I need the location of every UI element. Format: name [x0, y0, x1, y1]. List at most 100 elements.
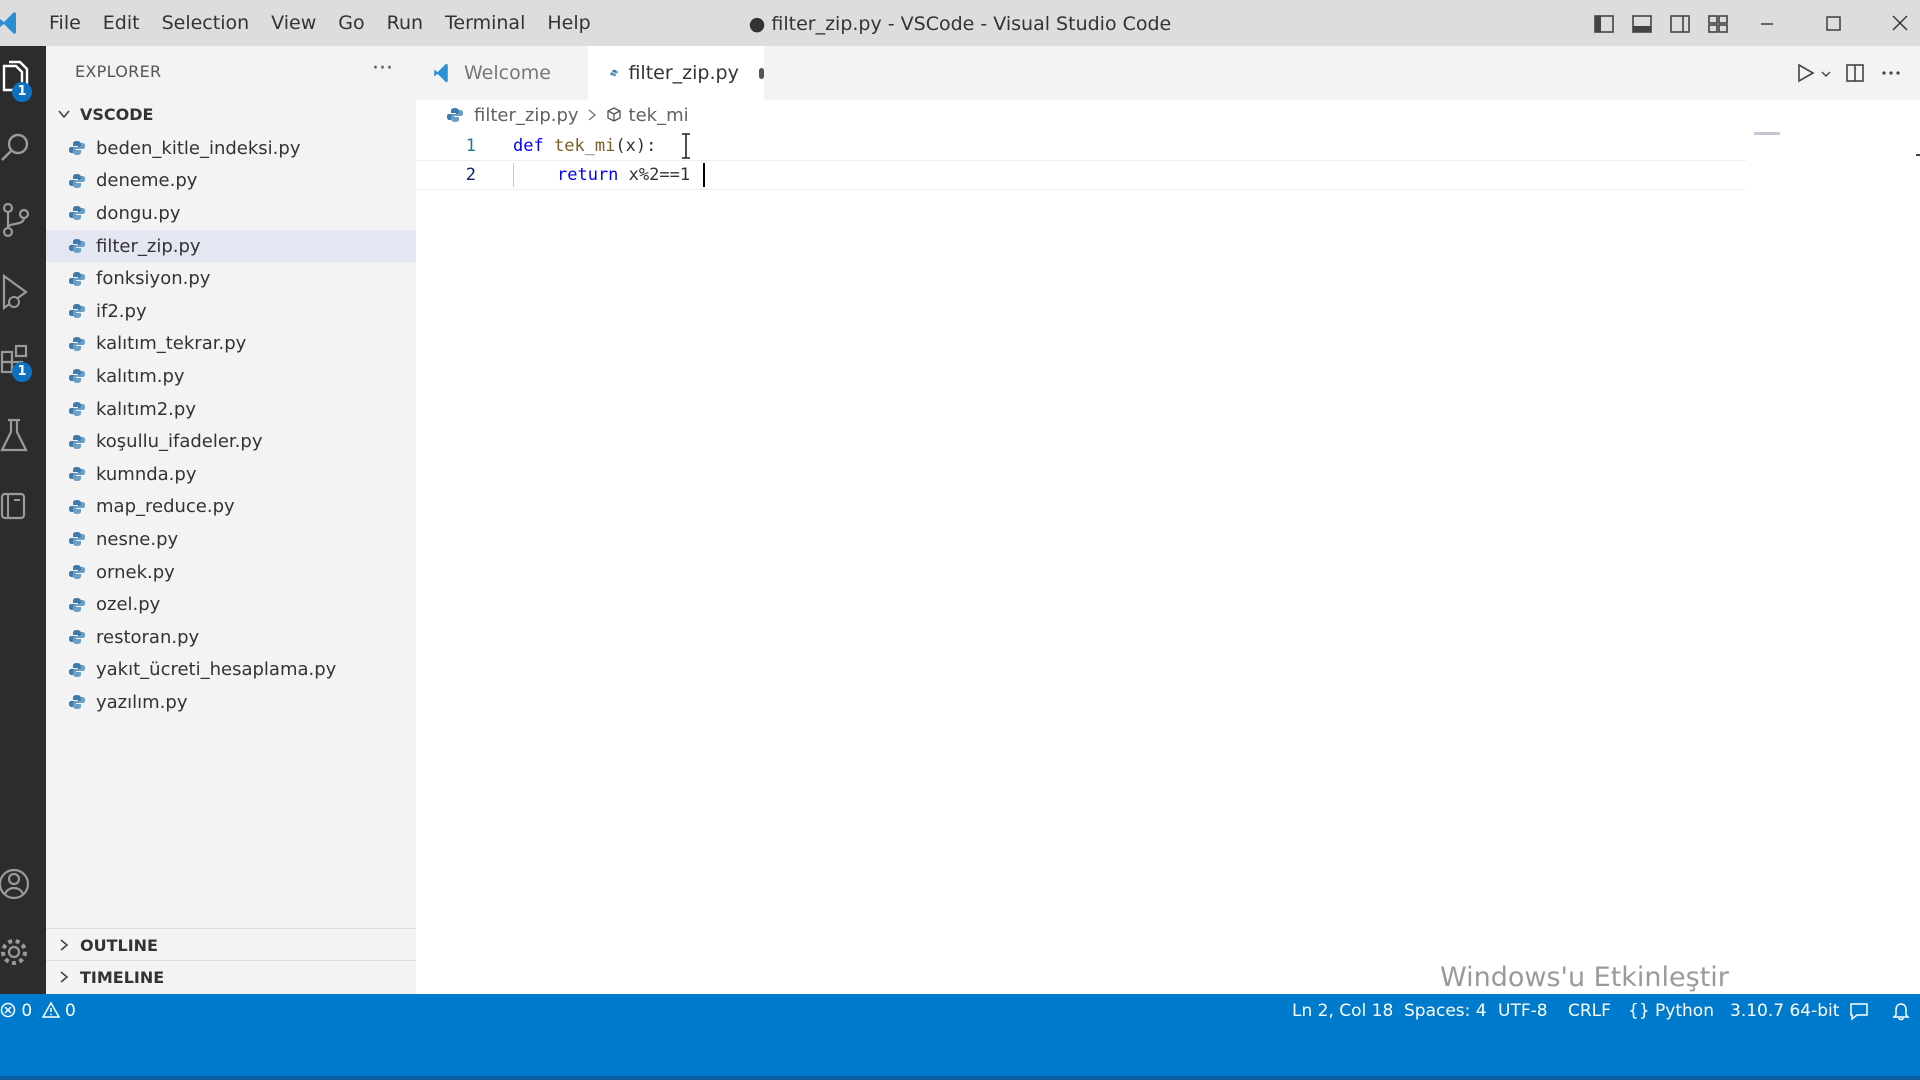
file-name: kumnda.py — [96, 463, 197, 485]
run-dropdown-chevron-icon[interactable] — [1820, 68, 1832, 80]
more-actions-icon[interactable] — [1880, 62, 1902, 84]
indentation-setting[interactable]: Spaces: 4 — [1404, 994, 1487, 1028]
title-bar: File Edit Selection View Go Run Terminal… — [0, 0, 1920, 46]
menu-file[interactable]: File — [38, 0, 92, 46]
extensions-badge: 1 — [12, 362, 32, 382]
remote-explorer-icon[interactable] — [0, 486, 34, 526]
file-item[interactable]: ornek.py — [46, 556, 416, 589]
close-icon[interactable] — [1885, 8, 1915, 38]
menu-edit[interactable]: Edit — [92, 0, 151, 46]
explorer-icon[interactable]: 1 — [0, 60, 34, 102]
python-file-icon — [69, 271, 85, 286]
tab-label: Welcome — [464, 62, 551, 84]
text-cursor — [703, 163, 705, 187]
python-file-icon — [69, 369, 85, 384]
maximize-icon[interactable] — [1818, 8, 1848, 38]
run-debug-icon[interactable] — [0, 272, 34, 312]
menu-terminal[interactable]: Terminal — [434, 0, 536, 46]
file-item[interactable]: nesne.py — [46, 523, 416, 556]
line-ending[interactable]: CRLF — [1568, 994, 1611, 1028]
toggle-secondary-sidebar-icon[interactable] — [1668, 12, 1692, 36]
problems-indicator[interactable]: 0 0 — [0, 994, 76, 1028]
vscode-logo-icon[interactable] — [0, 10, 16, 36]
file-item[interactable]: kumnda.py — [46, 458, 416, 491]
chevron-right-icon — [60, 939, 69, 951]
code-editor[interactable]: 1 def tek_mi(x): 2 return x%2==1 — [416, 130, 1920, 994]
split-editor-icon[interactable] — [1844, 62, 1866, 84]
window-title: ● filter_zip.py - VSCode - Visual Studio… — [748, 13, 1172, 35]
file-name: ornek.py — [96, 561, 175, 583]
activation-watermark: Windows'u Etkinleştir — [1440, 962, 1729, 993]
file-item[interactable]: if2.py — [46, 295, 416, 328]
file-item[interactable]: beden_kitle_indeksi.py — [46, 132, 416, 165]
file-item[interactable]: dongu.py — [46, 197, 416, 230]
explorer-more-actions[interactable]: ··· — [372, 56, 393, 81]
language-mode[interactable]: {} Python — [1628, 994, 1714, 1028]
file-item[interactable]: yazılım.py — [46, 686, 416, 719]
code-text: return x%2==1 — [557, 161, 690, 189]
code-line[interactable]: 1 def tek_mi(x): — [416, 132, 1746, 160]
code-rest: x%2==1 — [628, 165, 691, 185]
tab-welcome[interactable]: Welcome — [416, 46, 588, 100]
file-item-selected[interactable]: filter_zip.py — [46, 229, 416, 263]
file-name: kalıtım_tekrar.py — [96, 333, 247, 355]
menu-go[interactable]: Go — [327, 0, 375, 46]
outline-section-header[interactable]: OUTLINE — [46, 928, 416, 961]
extensions-icon[interactable]: 1 — [0, 342, 34, 382]
python-file-icon — [69, 402, 85, 417]
file-name: fonksiyon.py — [96, 268, 211, 290]
file-encoding[interactable]: UTF-8 — [1498, 994, 1548, 1028]
python-file-icon — [69, 630, 85, 645]
toggle-panel-icon[interactable] — [1630, 12, 1654, 36]
code-text: def tek_mi(x): — [513, 132, 656, 160]
python-file-icon — [69, 173, 85, 188]
timeline-section-header[interactable]: TIMELINE — [46, 960, 416, 993]
menu-help[interactable]: Help — [536, 0, 601, 46]
cursor-position[interactable]: Ln 2, Col 18 — [1292, 994, 1393, 1028]
minimap[interactable] — [1754, 132, 1780, 135]
menu-run[interactable]: Run — [376, 0, 434, 46]
menu-view[interactable]: View — [260, 0, 327, 46]
python-file-icon — [69, 304, 85, 319]
customize-layout-icon[interactable] — [1706, 12, 1730, 36]
file-name: kalıtım2.py — [96, 398, 196, 420]
breadcrumb-file[interactable]: filter_zip.py — [474, 105, 579, 126]
file-item[interactable]: kalıtım2.py — [46, 393, 416, 426]
file-item[interactable]: yakıt_ücreti_hesaplama.py — [46, 654, 416, 687]
tab-filter-zip[interactable]: filter_zip.py — [588, 46, 764, 100]
python-file-icon — [69, 597, 85, 612]
file-item[interactable]: koşullu_ifadeler.py — [46, 425, 416, 458]
python-file-icon — [69, 336, 85, 351]
unsaved-dot-icon[interactable] — [758, 67, 764, 79]
menu-bar: File Edit Selection View Go Run Terminal… — [38, 0, 602, 46]
minimize-icon[interactable] — [1752, 8, 1782, 38]
settings-gear-icon[interactable] — [0, 932, 34, 972]
file-item[interactable]: map_reduce.py — [46, 491, 416, 524]
folder-header-vscode[interactable]: VSCODE — [56, 102, 153, 126]
testing-flask-icon[interactable] — [0, 416, 34, 456]
file-item[interactable]: restoran.py — [46, 621, 416, 654]
file-item[interactable]: kalıtım.py — [46, 360, 416, 393]
notifications-bell-icon[interactable] — [1890, 1000, 1912, 1022]
timeline-label: TIMELINE — [80, 967, 165, 987]
accounts-icon[interactable] — [0, 864, 34, 904]
explorer-title: EXPLORER — [75, 62, 162, 81]
file-name: restoran.py — [96, 626, 200, 648]
breadcrumb-symbol[interactable]: tek_mi — [629, 105, 689, 126]
toggle-primary-sidebar-icon[interactable] — [1592, 12, 1616, 36]
source-control-icon[interactable] — [0, 200, 34, 240]
file-item[interactable]: deneme.py — [46, 165, 416, 198]
python-interpreter[interactable]: 3.10.7 64-bit — [1730, 994, 1839, 1028]
chevron-right-icon — [588, 109, 596, 121]
file-item[interactable]: fonksiyon.py — [46, 262, 416, 295]
file-item[interactable]: ozel.py — [46, 588, 416, 621]
feedback-icon[interactable] — [1848, 1000, 1870, 1022]
run-python-file-icon[interactable] — [1794, 62, 1816, 84]
code-line-current[interactable]: 2 return x%2==1 — [416, 160, 1746, 190]
file-item[interactable]: kalıtım_tekrar.py — [46, 328, 416, 361]
chevron-down-icon — [58, 110, 70, 119]
file-name: beden_kitle_indeksi.py — [96, 137, 301, 159]
menu-selection[interactable]: Selection — [151, 0, 261, 46]
search-icon[interactable] — [0, 130, 34, 166]
ibeam-cursor-icon — [682, 133, 690, 159]
